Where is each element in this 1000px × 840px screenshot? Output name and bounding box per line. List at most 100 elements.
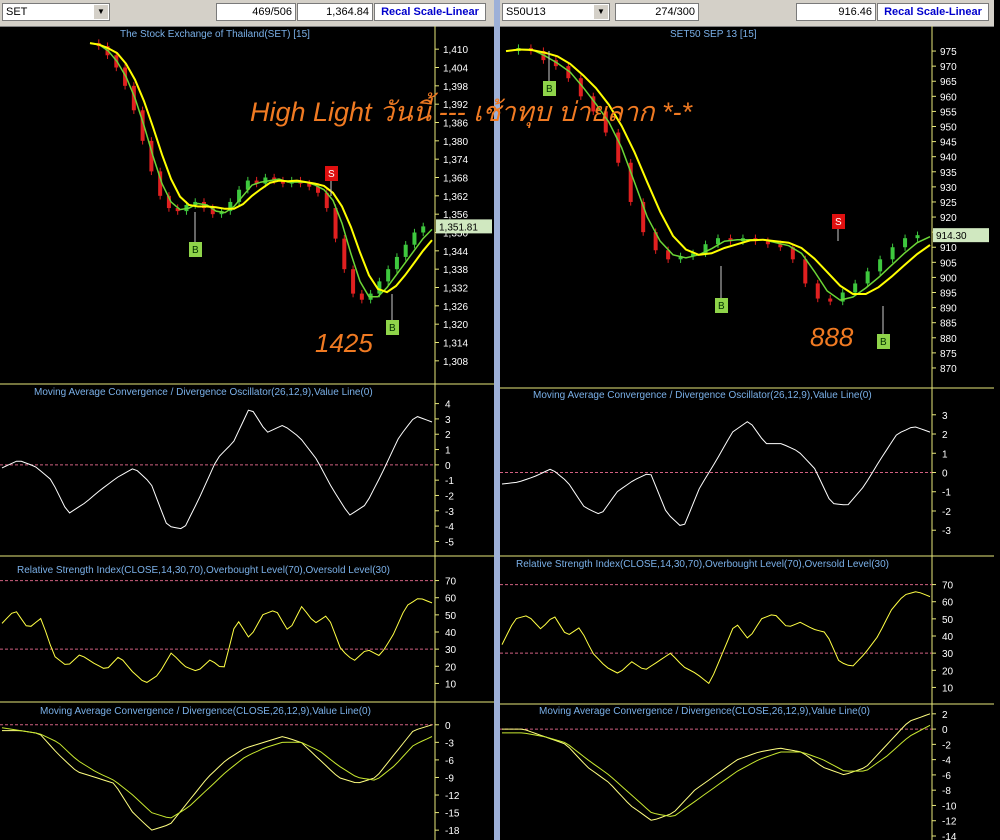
- candle-body: [386, 269, 391, 282]
- macd-oscillator-tick-label: -2: [942, 507, 951, 518]
- macd-tick-label: -12: [942, 817, 957, 828]
- candle-body: [815, 283, 820, 299]
- macd-line: [502, 713, 931, 821]
- macd-tick-label: -6: [445, 756, 454, 767]
- macd-oscillator-tick-label: 0: [942, 469, 948, 480]
- candle-body: [412, 232, 417, 245]
- price-tick-label: 1,374: [443, 155, 468, 166]
- chevron-down-icon[interactable]: ▼: [594, 5, 608, 19]
- macd-oscillator-line: [1, 409, 433, 530]
- macd-signal-line: [502, 724, 931, 817]
- price-tick-label: 950: [940, 123, 957, 134]
- price-tick-label: 885: [940, 319, 957, 330]
- rsi-line: [501, 591, 931, 685]
- macd-tick-label: -10: [942, 801, 957, 812]
- candle-body: [853, 283, 858, 293]
- headline-annotation: High Light วันนี้ --- เช้าทุบ บ่ายลาก *-…: [250, 97, 692, 127]
- macd-oscillator-tick-label: 1: [942, 449, 948, 460]
- rsi-tick-label: 40: [942, 632, 954, 643]
- rsi-tick-label: 60: [445, 594, 457, 605]
- macd-tick-label: -14: [942, 832, 957, 840]
- left-toolbar: SET ▼ 469/506 1,364.84 Recal Scale-Linear: [0, 0, 494, 27]
- price-tick-label: 895: [940, 289, 957, 300]
- macd-tick-label: 0: [942, 725, 948, 736]
- macd-oscillator-panel-title: Moving Average Convergence / Divergence …: [34, 387, 373, 398]
- symbol-dropdown[interactable]: SET ▼: [2, 3, 110, 21]
- macd-tick-label: 2: [942, 710, 948, 721]
- rsi-line: [1, 598, 433, 683]
- price-tick-label: 1,308: [443, 357, 468, 368]
- macd-oscillator-line: [501, 421, 931, 526]
- signal-marker-label: S: [328, 169, 335, 180]
- price-tick-label: 910: [940, 243, 957, 254]
- price-tick-label: 1,332: [443, 284, 468, 295]
- macd-line: [2, 724, 433, 831]
- chevron-down-icon[interactable]: ▼: [94, 5, 108, 19]
- rsi-tick-label: 40: [445, 628, 457, 639]
- price-tick-label: 945: [940, 138, 957, 149]
- rsi-panel-title: Relative Strength Index(CLOSE,14,30,70),…: [516, 559, 889, 570]
- price-ma-slow-line: [505, 48, 931, 295]
- macd-oscillator-tick-label: 2: [445, 430, 451, 441]
- macd-tick-label: -9: [445, 773, 454, 784]
- price-tick-label: 965: [940, 77, 957, 88]
- rsi-panel-title: Relative Strength Index(CLOSE,14,30,70),…: [17, 565, 390, 576]
- rsi-tick-label: 20: [942, 666, 954, 677]
- macd-panel-title: Moving Average Convergence / Divergence(…: [539, 706, 870, 717]
- price-panel-title: SET50 SEP 13 [15]: [670, 29, 757, 40]
- candle-body: [351, 269, 356, 294]
- rsi-tick-label: 70: [942, 581, 954, 592]
- price-tick-label: 1,368: [443, 174, 468, 185]
- candle-body: [333, 208, 338, 239]
- macd-oscillator-panel-title: Moving Average Convergence / Divergence …: [533, 390, 872, 401]
- recal-scale-button[interactable]: Recal Scale-Linear: [877, 3, 989, 21]
- macd-oscillator-tick-label: 4: [445, 400, 451, 411]
- price-ma-slow-line: [89, 42, 433, 294]
- bar-count: 469/506: [216, 3, 296, 21]
- signal-marker-label: B: [880, 337, 887, 348]
- candle-body: [903, 238, 908, 248]
- rsi-tick-label: 10: [942, 683, 954, 694]
- signal-marker-label: B: [718, 301, 725, 312]
- candle-body: [915, 235, 920, 239]
- last-price-badge-text: 914.30: [936, 231, 967, 242]
- symbol-text: SET: [6, 6, 28, 18]
- price-tick-label: 890: [940, 304, 957, 315]
- macd-oscillator-tick-label: 3: [445, 415, 451, 426]
- candle-body: [828, 298, 833, 302]
- price-tick-label: 880: [940, 334, 957, 345]
- price-tick-label: 1,404: [443, 64, 468, 75]
- symbol-dropdown[interactable]: S50U13 ▼: [502, 3, 610, 21]
- candle-body: [890, 247, 895, 260]
- candle-body: [342, 238, 347, 270]
- macd-tick-label: -18: [445, 826, 460, 837]
- bar-count: 274/300: [615, 3, 699, 21]
- price-ma-fast-line: [505, 48, 931, 301]
- macd-oscillator-tick-label: 1: [445, 446, 451, 457]
- recal-scale-button[interactable]: Recal Scale-Linear: [374, 3, 486, 21]
- price-tick-label: 930: [940, 183, 957, 194]
- macd-tick-label: -15: [445, 809, 460, 820]
- macd-tick-label: -6: [942, 771, 951, 782]
- macd-tick-label: -12: [445, 791, 460, 802]
- macd-oscillator-tick-label: -5: [445, 537, 454, 548]
- macd-oscillator-tick-label: -1: [445, 476, 454, 487]
- rsi-tick-label: 10: [445, 679, 457, 690]
- candle-body: [403, 244, 408, 257]
- macd-oscillator-tick-label: -4: [445, 522, 454, 533]
- rsi-tick-label: 30: [942, 649, 954, 660]
- symbol-text: S50U13: [506, 6, 546, 18]
- price-ma-fast-line: [89, 42, 433, 298]
- macd-tick-label: -8: [942, 786, 951, 797]
- price-tick-label: 935: [940, 168, 957, 179]
- chart-canvas: 1,4101,4041,3981,3921,3861,3801,3741,368…: [0, 26, 494, 840]
- last-price-badge-text: 1,351.81: [439, 222, 478, 233]
- price-tick-label: 1,362: [443, 192, 468, 203]
- macd-tick-label: 0: [445, 721, 451, 732]
- macd-oscillator-tick-label: 2: [942, 430, 948, 441]
- price-tick-label: 1,380: [443, 137, 468, 148]
- price-tick-label: 1,410: [443, 45, 468, 56]
- signal-marker-label: B: [192, 245, 199, 256]
- price-tick-label: 920: [940, 213, 957, 224]
- low-annotation: 1425: [315, 328, 373, 358]
